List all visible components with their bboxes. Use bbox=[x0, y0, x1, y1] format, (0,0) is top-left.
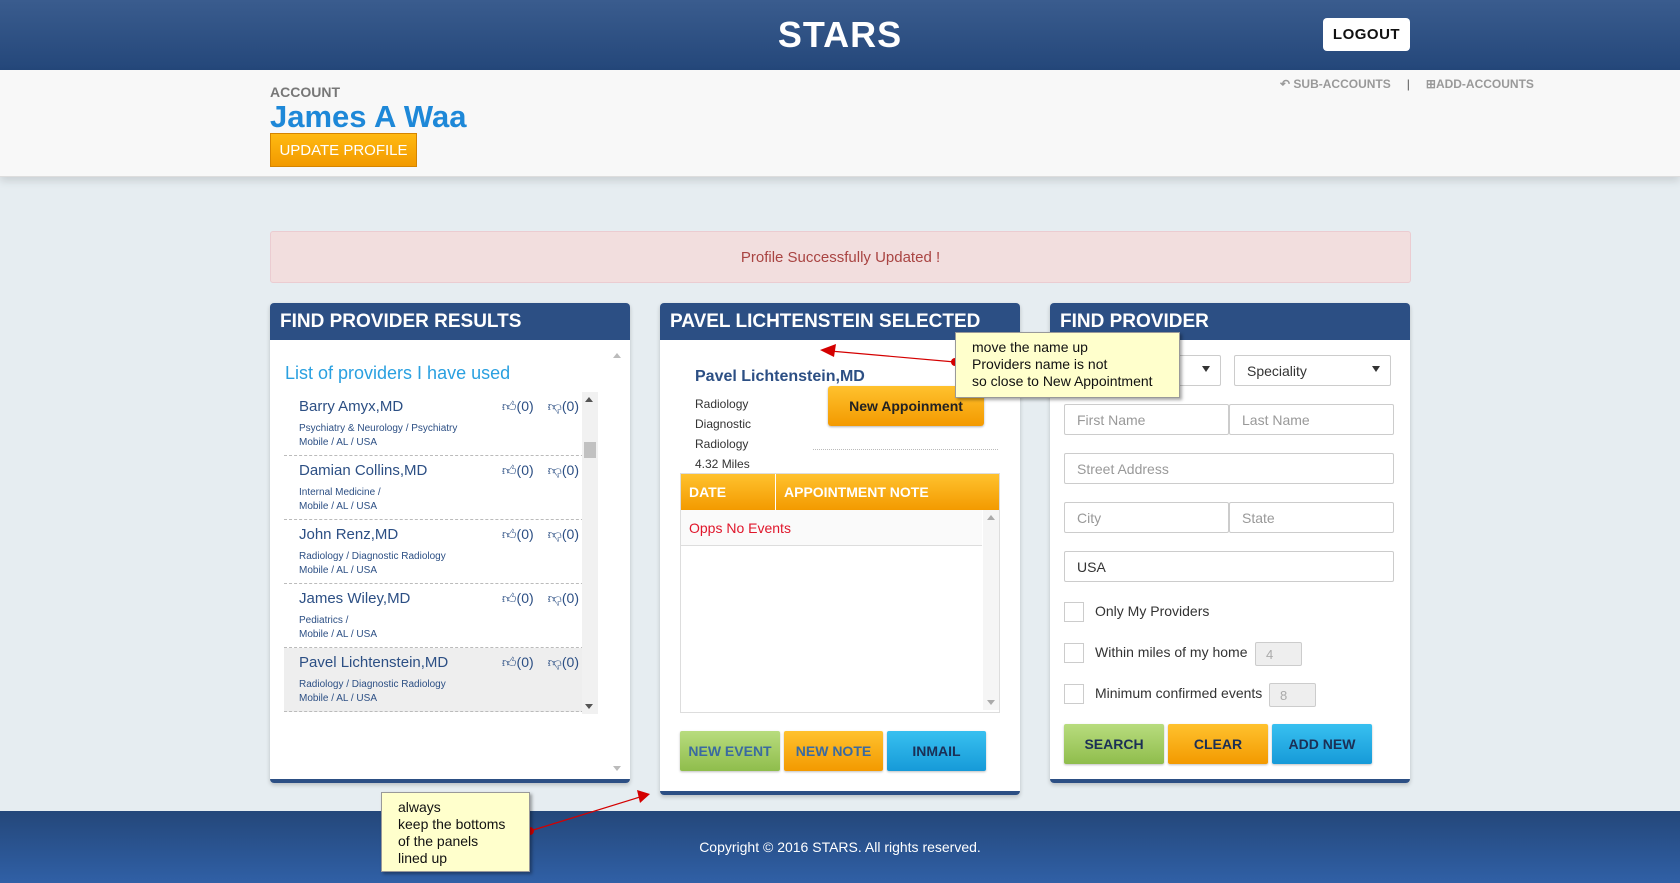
date-column-header[interactable]: DATE bbox=[681, 474, 776, 510]
state-input[interactable]: State bbox=[1229, 502, 1394, 533]
provider-location: Mobile / AL / USA bbox=[299, 501, 377, 512]
provider-location: Mobile / AL / USA bbox=[299, 629, 377, 640]
within-miles-label: Within miles of my home bbox=[1095, 644, 1248, 660]
min-events-label: Minimum confirmed events bbox=[1095, 685, 1263, 701]
provider-row[interactable]: James Wiley,MD 👍︎(0) 👎︎(0) Pediatrics / Mo… bbox=[284, 584, 594, 648]
account-label: ACCOUNT bbox=[270, 84, 340, 100]
new-event-button[interactable]: NEW EVENT bbox=[680, 731, 780, 771]
annotation-note-panel-bottoms: always keep the bottoms of the panels li… bbox=[381, 792, 530, 872]
min-events-checkbox[interactable] bbox=[1064, 684, 1084, 704]
update-profile-button[interactable]: UPDATE PROFILE bbox=[270, 133, 417, 167]
sub-accounts-link[interactable]: ↶ SUB-ACCOUNTS bbox=[1280, 77, 1391, 91]
scroll-down-icon[interactable] bbox=[585, 704, 593, 709]
copyright-text: Copyright © 2016 STARS. All rights reser… bbox=[699, 839, 981, 855]
scroll-thumb[interactable] bbox=[584, 442, 596, 458]
panel-footer-bar bbox=[660, 791, 1020, 795]
provider-specialty: Psychiatry & Neurology / Psychiatry bbox=[299, 423, 458, 434]
miles-input[interactable]: 4 bbox=[1255, 642, 1302, 666]
plus-square-icon: ⊞ bbox=[1425, 77, 1436, 91]
success-alert: Profile Successfully Updated ! bbox=[270, 231, 1411, 283]
provider-name[interactable]: John Renz,MD bbox=[299, 526, 398, 543]
first-name-input[interactable]: First Name bbox=[1064, 404, 1229, 435]
scroll-up-icon[interactable] bbox=[613, 353, 621, 358]
add-accounts-link[interactable]: ⊞ADD-ACCOUNTS bbox=[1426, 77, 1534, 91]
selected-provider-name: Pavel Lichtenstein,MD bbox=[695, 368, 865, 385]
app-title: STARS bbox=[777, 14, 903, 55]
divider bbox=[813, 449, 998, 450]
speciality-select[interactable]: Speciality bbox=[1234, 355, 1391, 386]
thumbs-up-icon[interactable]: 👍︎(0) bbox=[502, 462, 534, 479]
scroll-up-icon[interactable] bbox=[585, 397, 593, 402]
provider-location: Mobile / AL / USA bbox=[299, 437, 377, 448]
scroll-down-icon[interactable] bbox=[987, 700, 995, 705]
provider-list-scrollbar[interactable] bbox=[582, 392, 598, 714]
provider-name[interactable]: Pavel Lichtenstein,MD bbox=[299, 654, 448, 671]
inmail-button[interactable]: INMAIL bbox=[887, 731, 986, 771]
panel-footer-bar bbox=[270, 779, 630, 783]
provider-name[interactable]: Damian Collins,MD bbox=[299, 462, 427, 479]
thumbs-up-icon[interactable]: 👍︎(0) bbox=[502, 590, 534, 607]
provider-name[interactable]: Barry Amyx,MD bbox=[299, 398, 403, 415]
provider-results-panel: FIND PROVIDER RESULTS List of providers … bbox=[270, 303, 630, 783]
panel-scrollbar[interactable] bbox=[612, 348, 622, 776]
provider-list[interactable]: Barry Amyx,MD 👍︎(0) 👎︎(0) Psychiatry & Ne… bbox=[284, 392, 595, 714]
provider-row[interactable]: Barry Amyx,MD 👍︎(0) 👎︎(0) Psychiatry & Ne… bbox=[284, 392, 594, 456]
last-name-input[interactable]: Last Name bbox=[1229, 404, 1394, 435]
thumbs-down-icon[interactable]: 👎︎(0) bbox=[548, 526, 579, 543]
provider-row-selected[interactable]: Pavel Lichtenstein,MD 👍︎(0) 👎︎(0) Radiolo… bbox=[284, 648, 594, 712]
only-my-providers-checkbox[interactable] bbox=[1064, 602, 1084, 622]
note-column-header[interactable]: APPOINTMENT NOTE bbox=[776, 474, 929, 510]
empty-events-message: Opps No Events bbox=[681, 510, 982, 546]
list-title: List of providers I have used bbox=[285, 363, 511, 383]
distance: 4.32 Miles bbox=[695, 457, 750, 471]
clear-button[interactable]: CLEAR bbox=[1168, 724, 1268, 764]
min-events-input[interactable]: 8 bbox=[1269, 683, 1316, 707]
logout-button[interactable]: LOGOUT bbox=[1323, 18, 1410, 51]
scroll-down-icon[interactable] bbox=[613, 766, 621, 771]
provider-specialty: Pediatrics / bbox=[299, 615, 349, 626]
provider-row[interactable]: Damian Collins,MD 👍︎(0) 👎︎(0) Internal Me… bbox=[284, 456, 594, 520]
chevron-down-icon bbox=[1202, 366, 1210, 372]
chevron-down-icon bbox=[1372, 366, 1380, 372]
thumbs-down-icon[interactable]: 👎︎(0) bbox=[548, 590, 579, 607]
provider-specialty: Radiology / Diagnostic Radiology bbox=[299, 551, 446, 562]
provider-location: Mobile / AL / USA bbox=[299, 565, 377, 576]
account-name: James A Waa bbox=[270, 99, 467, 134]
thumbs-up-icon[interactable]: 👍︎(0) bbox=[502, 654, 534, 671]
annotation-note-move-name: move the name up Providers name is not s… bbox=[955, 332, 1180, 398]
add-new-button[interactable]: ADD NEW bbox=[1272, 724, 1372, 764]
events-scrollbar[interactable] bbox=[983, 510, 999, 710]
only-my-providers-label: Only My Providers bbox=[1095, 603, 1210, 619]
provider-location: Mobile / AL / USA bbox=[299, 693, 377, 704]
country-input[interactable]: USA bbox=[1064, 551, 1394, 582]
street-address-input[interactable]: Street Address bbox=[1064, 453, 1394, 484]
provider-specialty: Internal Medicine / bbox=[299, 487, 381, 498]
scroll-up-icon[interactable] bbox=[987, 515, 995, 520]
event-actions: NEW EVENT NEW NOTE INMAIL bbox=[680, 731, 986, 771]
thumbs-down-icon[interactable]: 👎︎(0) bbox=[548, 398, 579, 415]
provider-row[interactable]: John Renz,MD 👍︎(0) 👎︎(0) Radiology / Diag… bbox=[284, 520, 594, 584]
new-note-button[interactable]: NEW NOTE bbox=[784, 731, 883, 771]
thumbs-up-icon[interactable]: 👍︎(0) bbox=[502, 526, 534, 543]
search-button[interactable]: SEARCH bbox=[1064, 724, 1164, 764]
panel-title: FIND PROVIDER RESULTS bbox=[270, 303, 630, 340]
events-table: DATE APPOINTMENT NOTE Opps No Events bbox=[680, 473, 1000, 713]
within-miles-checkbox[interactable] bbox=[1064, 643, 1084, 663]
reply-icon: ↶ bbox=[1280, 77, 1291, 91]
city-input[interactable]: City bbox=[1064, 502, 1229, 533]
provider-specialty: Radiology / Diagnostic Radiology bbox=[299, 679, 446, 690]
page-footer: Copyright © 2016 STARS. All rights reser… bbox=[0, 811, 1680, 883]
thumbs-down-icon[interactable]: 👎︎(0) bbox=[548, 462, 579, 479]
selected-provider-info: Radiology Diagnostic Radiology 4.32 Mile… bbox=[695, 394, 751, 474]
thumbs-down-icon[interactable]: 👎︎(0) bbox=[548, 654, 579, 671]
account-links: ↶ SUB-ACCOUNTS | ⊞ADD-ACCOUNTS bbox=[1280, 77, 1534, 91]
thumbs-up-icon[interactable]: 👍︎(0) bbox=[502, 398, 534, 415]
provider-name[interactable]: James Wiley,MD bbox=[299, 590, 410, 607]
events-table-header: DATE APPOINTMENT NOTE bbox=[681, 474, 999, 510]
panel-footer-bar bbox=[1050, 779, 1410, 783]
link-separator: | bbox=[1406, 77, 1410, 91]
